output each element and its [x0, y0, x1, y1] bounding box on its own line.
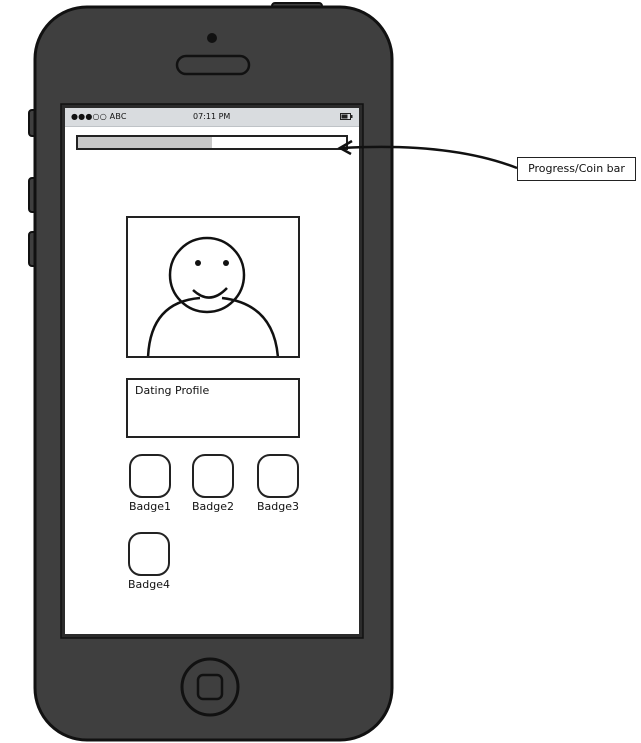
badge-2-icon — [192, 454, 234, 498]
badge-2[interactable]: Badge2 — [183, 454, 243, 513]
badge-3-label: Badge3 — [256, 500, 300, 513]
battery-icon — [340, 113, 353, 120]
progress-coin-bar-callout: Progress/Coin bar — [517, 157, 636, 181]
user-avatar-icon — [146, 236, 280, 356]
phone-screen: ●●●○○ ABC 07:11 PM Dating Profile Badge1… — [65, 108, 359, 634]
dating-profile-label: Dating Profile — [135, 384, 210, 397]
badge-1-label: Badge1 — [128, 500, 172, 513]
status-bar: ●●●○○ ABC 07:11 PM — [65, 108, 359, 127]
front-camera-icon — [207, 33, 217, 43]
progress-coin-bar — [76, 135, 348, 150]
badge-4-icon — [128, 532, 170, 576]
status-time: 07:11 PM — [193, 112, 231, 121]
progress-fill — [78, 137, 212, 148]
badge-3-icon — [257, 454, 299, 498]
badge-2-label: Badge2 — [191, 500, 235, 513]
profile-photo[interactable] — [126, 216, 300, 358]
badge-3[interactable]: Badge3 — [248, 454, 308, 513]
carrier-signal: ●●●○○ ABC — [71, 112, 127, 121]
badge-4-label: Badge4 — [127, 578, 171, 591]
badge-1-icon — [129, 454, 171, 498]
speaker-grille — [175, 54, 251, 76]
badge-1[interactable]: Badge1 — [120, 454, 180, 513]
badge-4[interactable]: Badge4 — [119, 532, 179, 591]
dating-profile-box[interactable]: Dating Profile — [126, 378, 300, 438]
annotation-arrow-icon — [337, 139, 518, 170]
home-button[interactable] — [180, 657, 240, 717]
